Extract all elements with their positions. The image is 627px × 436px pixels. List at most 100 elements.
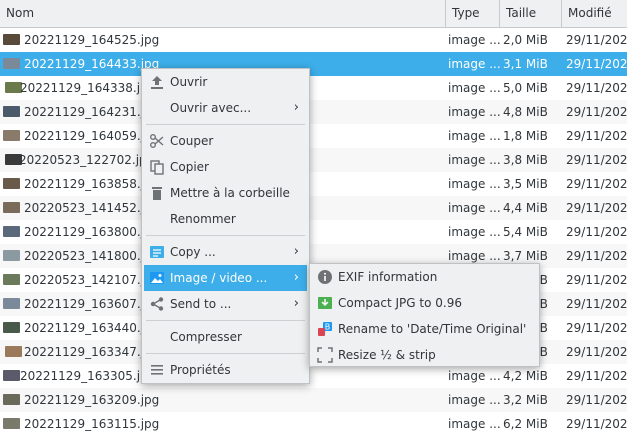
- chevron-right-icon: ›: [293, 270, 299, 285]
- file-row[interactable]: 20220523_122702.jpg image ... 3,8 MiB 29/11…: [0, 148, 627, 172]
- file-modified: 29/11/2022: [566, 417, 627, 431]
- file-type: image ...: [448, 225, 501, 239]
- file-modified: 29/11/2022: [566, 177, 627, 191]
- file-thumbnail: [3, 370, 20, 381]
- submenu-item-rename-date[interactable]: B Rename to 'Date/Time Original': [312, 316, 537, 342]
- file-name: 20221129_164231.jpg: [24, 105, 160, 119]
- file-type: image ...: [448, 417, 501, 431]
- file-thumbnail: [3, 34, 20, 45]
- file-row[interactable]: 20221129_164231.jpg image ... 4,8 MiB 29/11…: [0, 100, 627, 124]
- trash-icon: [149, 185, 165, 201]
- file-size: 3,2 MiB: [503, 393, 548, 407]
- file-type: image ...: [448, 177, 501, 191]
- file-name: 20221129_163115.jpg: [24, 417, 160, 431]
- menu-separator: [146, 235, 305, 236]
- menu-separator: [146, 353, 305, 354]
- file-name: 20221129_163209.jpg: [24, 393, 160, 407]
- file-thumbnail: [3, 106, 20, 117]
- menu-item-compress[interactable]: Compresser: [144, 324, 307, 350]
- column-type-header[interactable]: Type: [446, 0, 499, 27]
- file-thumbnail: [3, 178, 20, 189]
- file-modified: 29/11/2022: [566, 81, 627, 95]
- scissors-icon: [149, 133, 165, 149]
- file-modified: 29/11/2022: [566, 369, 627, 383]
- file-row[interactable]: 20221129_163800.jpg image ... 5,4 MiB 29/11…: [0, 220, 627, 244]
- file-row[interactable]: 20221129_164525.jpg image ... 2,0 MiB 29/11…: [0, 28, 627, 52]
- rename-icon: B: [317, 321, 333, 337]
- file-type: image ...: [448, 105, 501, 119]
- file-name: 20221129_164059.jpg: [24, 129, 160, 143]
- menu-item-trash[interactable]: Mettre à la corbeille: [144, 180, 307, 206]
- column-size-header[interactable]: Taille: [500, 0, 561, 27]
- file-thumbnail: [3, 418, 20, 429]
- file-modified: 29/11/2022: [566, 273, 627, 287]
- menu-item-cut[interactable]: Couper: [144, 128, 307, 154]
- upload-icon: [149, 74, 165, 90]
- file-name: 20221129_163305.jpg: [20, 369, 156, 383]
- chevron-right-icon: ›: [293, 296, 299, 311]
- file-thumbnail: [3, 394, 20, 405]
- file-modified: 29/11/2022: [566, 105, 627, 119]
- file-row[interactable]: 20221129_163858.jpg image ... 3,5 MiB 29/11…: [0, 172, 627, 196]
- file-row[interactable]: 20221129_164338.jpg image ... 5,0 MiB 29/11…: [0, 76, 627, 100]
- menu-item-copy-to[interactable]: Copy ... ›: [144, 239, 307, 265]
- file-thumbnail: [3, 274, 20, 285]
- file-modified: 29/11/2022: [566, 393, 627, 407]
- file-name: 20221129_164338.jpg: [20, 81, 156, 95]
- file-name: 20221129_163347.jpg: [24, 345, 160, 359]
- file-name: 20221129_164525.jpg: [24, 33, 160, 47]
- file-type: image ...: [448, 33, 501, 47]
- menu-item-send-to[interactable]: Send to ... ›: [144, 291, 307, 317]
- file-type: image ...: [448, 153, 501, 167]
- menu-item-copy[interactable]: Copier: [144, 154, 307, 180]
- column-modified-header[interactable]: Modifié: [562, 0, 627, 27]
- file-row[interactable]: 20221129_163115.jpg image ... 6,2 MiB 29/11…: [0, 412, 627, 436]
- column-name-header[interactable]: Nom: [0, 0, 445, 27]
- menu-item-properties[interactable]: Propriétés: [144, 357, 307, 383]
- file-size: 4,4 MiB: [503, 201, 548, 215]
- file-modified: 29/11/2022: [566, 153, 627, 167]
- file-name: 20221129_164433.jpg: [24, 57, 160, 71]
- file-row[interactable]: 20220523_141452.jpg image ... 4,4 MiB 29/11…: [0, 196, 627, 220]
- file-size: 1,8 MiB: [503, 129, 548, 143]
- menu-separator: [146, 320, 305, 321]
- submenu-item-compact[interactable]: Compact JPG to 0.96: [312, 290, 537, 316]
- file-modified: 29/11/2022: [566, 249, 627, 263]
- file-modified: 29/11/2022: [566, 297, 627, 311]
- file-row[interactable]: 20221129_164059.jpg image ... 1,8 MiB 29/11…: [0, 124, 627, 148]
- file-size: 3,5 MiB: [503, 177, 548, 191]
- file-size: 5,4 MiB: [503, 225, 548, 239]
- menu-item-open-with[interactable]: Ouvrir avec... ›: [144, 95, 307, 121]
- context-menu: Ouvrir Ouvrir avec... › Couper Copier Me…: [141, 68, 310, 384]
- file-size: 6,2 MiB: [503, 417, 548, 431]
- file-modified: 29/11/2022: [566, 345, 627, 359]
- file-modified: 29/11/2022: [566, 33, 627, 47]
- file-thumbnail: [3, 298, 20, 309]
- chevron-right-icon: ›: [293, 244, 299, 259]
- file-name: 20221129_163440.jpg: [24, 321, 160, 335]
- menu-item-open[interactable]: Ouvrir: [144, 69, 307, 95]
- file-name: 20221129_163858.jpg: [24, 177, 160, 191]
- file-name: 20220523_141452.jpg: [24, 201, 160, 215]
- file-thumbnail: [3, 202, 20, 213]
- file-modified: 29/11/2022: [566, 201, 627, 215]
- file-modified: 29/11/2022: [566, 57, 627, 71]
- menu-item-image-video[interactable]: Image / video ... ›: [144, 265, 307, 291]
- file-thumbnail: [5, 346, 22, 357]
- file-size: 3,1 MiB: [503, 57, 548, 71]
- info-icon: [317, 269, 333, 285]
- share-icon: [149, 296, 165, 312]
- image-icon: [149, 270, 165, 286]
- file-type: image ...: [448, 81, 501, 95]
- properties-icon: [149, 362, 165, 378]
- menu-item-rename[interactable]: Renommer: [144, 206, 307, 232]
- file-row[interactable]: 20221129_163209.jpg image ... 3,2 MiB 29/11…: [0, 388, 627, 412]
- file-row[interactable]: 20221129_164433.jpg image ... 3,1 MiB 29/11…: [0, 52, 627, 76]
- submenu-item-exif[interactable]: EXIF information: [312, 264, 537, 290]
- compress-icon: [317, 295, 333, 311]
- file-size: 4,8 MiB: [503, 105, 548, 119]
- submenu-item-resize[interactable]: Resize ½ & strip: [312, 342, 537, 368]
- svg-text:B: B: [325, 323, 331, 332]
- file-size: 5,0 MiB: [503, 81, 548, 95]
- column-header: Nom Type Taille Modifié: [0, 0, 627, 28]
